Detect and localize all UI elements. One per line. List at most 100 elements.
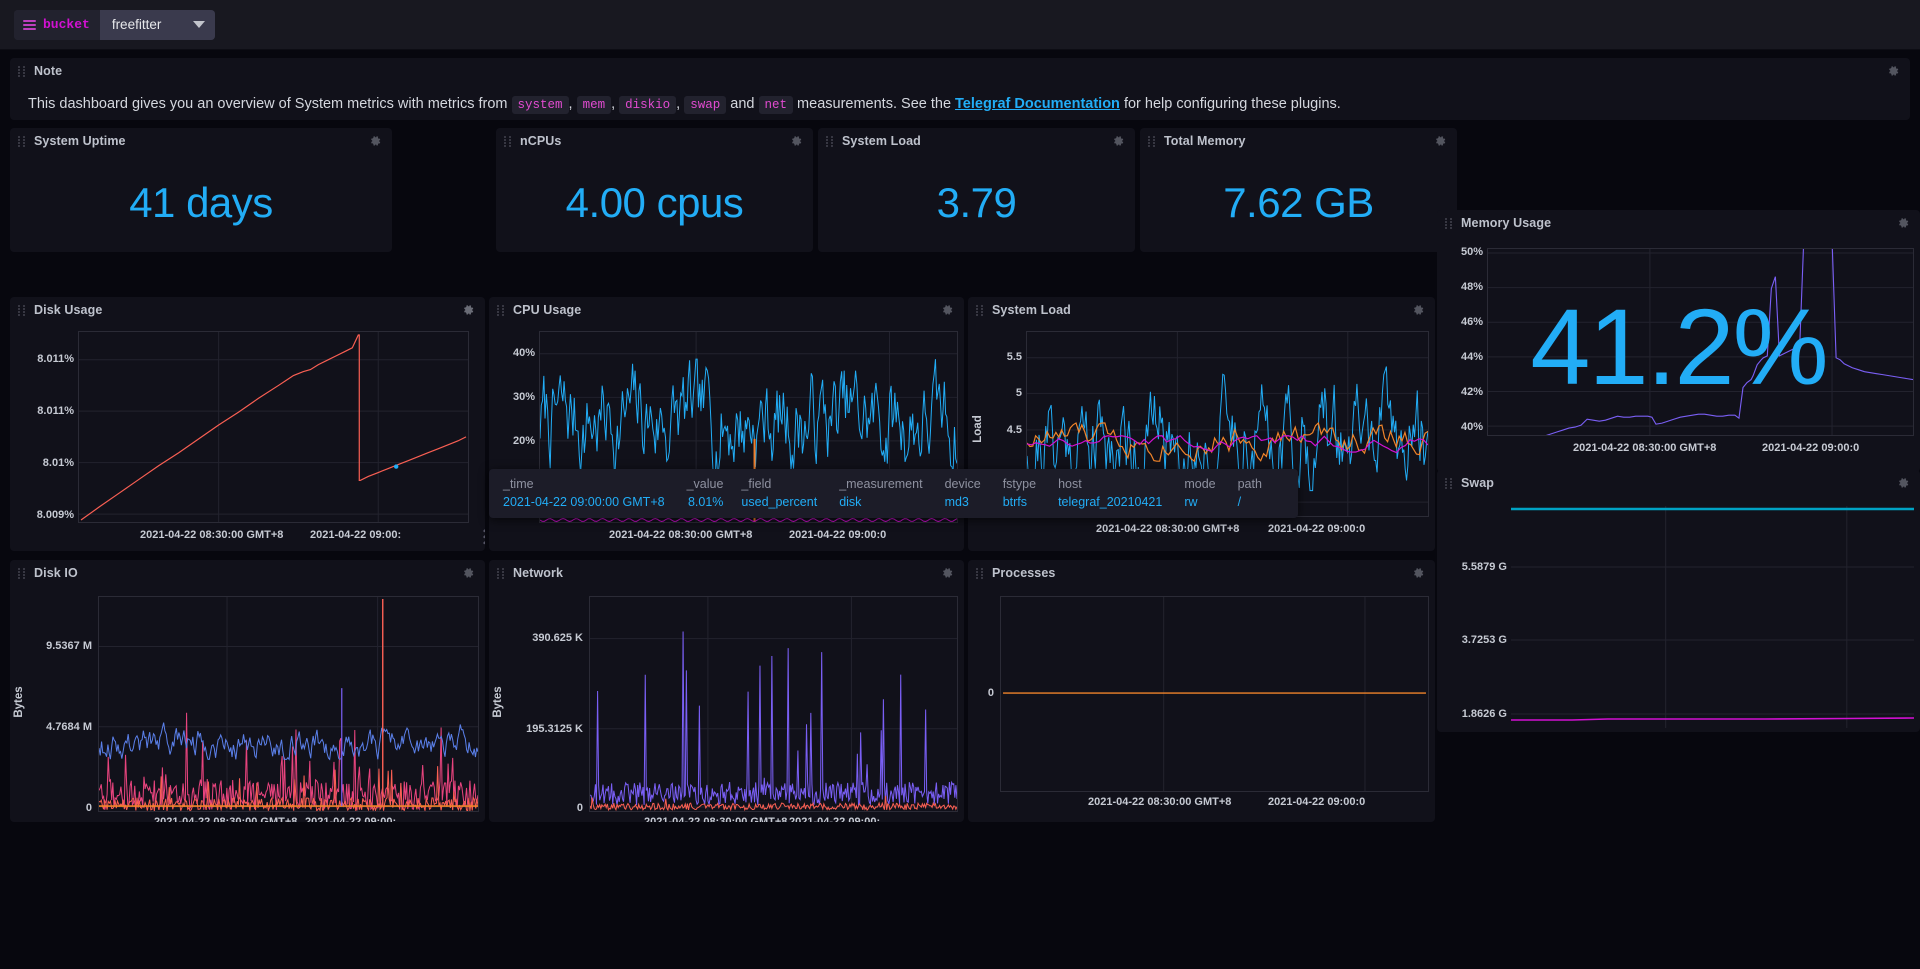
y-tick: 20%	[512, 435, 535, 447]
cell-ncpus-title: nCPUs	[520, 134, 562, 148]
x-tick: 2021-04-22 08:30:00 GMT+8	[1088, 796, 1232, 808]
tooltip-value-path: /	[1237, 495, 1242, 509]
processes-plot[interactable]	[1000, 596, 1429, 792]
drag-handle-icon[interactable]	[497, 304, 506, 316]
bucket-variable-dropdown[interactable]: freefitter	[99, 9, 215, 40]
drag-handle-icon[interactable]	[497, 567, 506, 579]
y-tick: 30%	[512, 391, 535, 403]
y-tick: 42%	[1460, 386, 1483, 398]
drag-handle-icon[interactable]	[1445, 217, 1454, 229]
x-tick: 2021-04-22 09:00:0	[1762, 442, 1860, 454]
gear-icon[interactable]	[1886, 64, 1900, 78]
cell-processes: Processes 0 2021-04-22 08:30:00 GMT+8 20…	[968, 560, 1435, 822]
gear-icon[interactable]	[789, 134, 803, 148]
drag-handle-icon[interactable]	[976, 304, 985, 316]
gear-icon[interactable]	[1896, 476, 1910, 490]
disk-io-plot[interactable]	[98, 596, 479, 812]
y-tick: 0	[85, 802, 92, 814]
tooltip-value-host: telegraf_20210421	[1058, 495, 1163, 509]
note-text-2: measurements. See the	[793, 96, 956, 112]
cell-disk-usage: Disk Usage 8.011% 8.011% 8.01% 8.009% 20…	[10, 297, 485, 551]
note-sep-1: ,	[568, 96, 573, 112]
note-text-3: for help configuring these plugins.	[1119, 96, 1341, 112]
drag-handle-icon[interactable]	[18, 567, 27, 579]
cell-system-uptime: System Uptime 41 days	[10, 128, 392, 252]
cell-processes-header: Processes	[968, 560, 1435, 586]
gear-icon[interactable]	[940, 303, 954, 317]
gear-icon[interactable]	[461, 566, 475, 580]
bucket-variable-widget[interactable]: bucket freefitter	[14, 9, 215, 40]
x-tick: 2021-04-22 09:00:	[305, 816, 397, 822]
y-tick: 195.3125 K	[526, 723, 583, 735]
cell-memory-usage-title: Memory Usage	[1461, 216, 1552, 230]
drag-handle-icon[interactable]	[504, 135, 513, 147]
dashboard-canvas: Note This dashboard gives you an overvie…	[0, 50, 1920, 969]
cell-disk-usage-title: Disk Usage	[34, 303, 103, 317]
cell-system-uptime-title: System Uptime	[34, 134, 126, 148]
x-tick: 2021-04-22 09:00:	[789, 816, 881, 822]
memory-usage-plot[interactable]	[1487, 248, 1914, 436]
tooltip-value-measurement: disk	[839, 495, 862, 509]
y-tick: 5.5	[1006, 351, 1022, 363]
y-tick: 9.5367 M	[46, 640, 92, 652]
cell-system-uptime-header: System Uptime	[10, 128, 392, 154]
gear-icon[interactable]	[1896, 216, 1910, 230]
telegraf-documentation-link[interactable]: Telegraf Documentation	[955, 96, 1120, 112]
cell-system-load-stat-body: 3.79	[818, 154, 1135, 252]
y-tick: 1.8626 G	[1461, 708, 1507, 720]
cell-network: Network Bytes 390.625 K 195.3125 K 0 202…	[489, 560, 964, 822]
resize-handle[interactable]	[463, 529, 485, 551]
tooltip-header-value: _value	[686, 477, 724, 491]
tooltip-value-time: 2021-04-22 09:00:00 GMT+8	[503, 495, 665, 509]
x-tick: 2021-04-22 08:30:00 GMT+8	[1573, 442, 1717, 454]
cell-memory-usage-body: 50% 48% 46% 44% 42% 40% 41.2% 2021-04-22…	[1437, 236, 1920, 472]
tooltip-value-device: md3	[944, 495, 969, 509]
cell-disk-usage-header: Disk Usage	[10, 297, 485, 323]
cell-disk-io: Disk IO Bytes 9.5367 M 4.7684 M 0 2021-0…	[10, 560, 485, 822]
bucket-variable-key: bucket	[14, 9, 100, 40]
tooltip-header-fstype: fstype	[1002, 477, 1037, 491]
gear-icon[interactable]	[1111, 134, 1125, 148]
gear-icon[interactable]	[461, 303, 475, 317]
drag-handle-icon[interactable]	[18, 65, 27, 77]
tooltip-header-field: _field	[741, 477, 772, 491]
gear-icon[interactable]	[368, 134, 382, 148]
cell-processes-body: 0 2021-04-22 08:30:00 GMT+8 2021-04-22 0…	[968, 586, 1435, 822]
drag-handle-icon[interactable]	[826, 135, 835, 147]
cell-swap-body: 5.5879 G 3.7253 G 1.8626 G 2021-04-22 08…	[1437, 496, 1920, 732]
note-text-1: This dashboard gives you an overview of …	[28, 96, 512, 112]
y-axis-label: Bytes	[13, 686, 25, 718]
cell-system-load-graph-header: System Load	[968, 297, 1435, 323]
x-tick: 2021-04-22 08:30:00 GMT+8	[154, 816, 298, 822]
drag-handle-icon[interactable]	[976, 567, 985, 579]
drag-handle-icon[interactable]	[1445, 477, 1454, 489]
tooltip-value-fstype: btrfs	[1002, 495, 1028, 509]
x-tick: 2021-04-22 08:30:00 GMT+8	[644, 816, 788, 822]
gear-icon[interactable]	[1411, 303, 1425, 317]
tooltip-header-mode: mode	[1184, 477, 1216, 491]
tooltip-value-mode: rw	[1184, 495, 1198, 509]
disk-usage-plot[interactable]	[78, 331, 469, 523]
drag-handle-icon[interactable]	[1148, 135, 1157, 147]
cell-system-load-stat: System Load 3.79	[818, 128, 1135, 252]
stat-value: 3.79	[936, 179, 1017, 226]
gear-icon[interactable]	[1433, 134, 1447, 148]
x-tick: 2021-04-22 09:00:	[310, 529, 402, 541]
cell-disk-io-title: Disk IO	[34, 566, 78, 580]
y-tick: 40%	[1460, 421, 1483, 433]
gear-icon[interactable]	[940, 566, 954, 580]
stat-value: 4.00 cpus	[565, 179, 744, 226]
cell-ncpus-header: nCPUs	[496, 128, 813, 154]
gear-icon[interactable]	[1411, 566, 1425, 580]
tooltip-table: _time _value _field _measurement device …	[503, 477, 1284, 509]
note-code-net: net	[758, 96, 794, 114]
swap-plot[interactable]	[1511, 506, 1914, 728]
cell-processes-title: Processes	[992, 566, 1056, 580]
network-plot[interactable]	[589, 596, 958, 812]
y-tick: 0	[576, 802, 583, 814]
tooltip-value-field: used_percent	[741, 495, 818, 509]
cell-network-header: Network	[489, 560, 964, 586]
drag-handle-icon[interactable]	[18, 304, 27, 316]
drag-handle-icon[interactable]	[18, 135, 27, 147]
y-tick: 44%	[1460, 351, 1483, 363]
